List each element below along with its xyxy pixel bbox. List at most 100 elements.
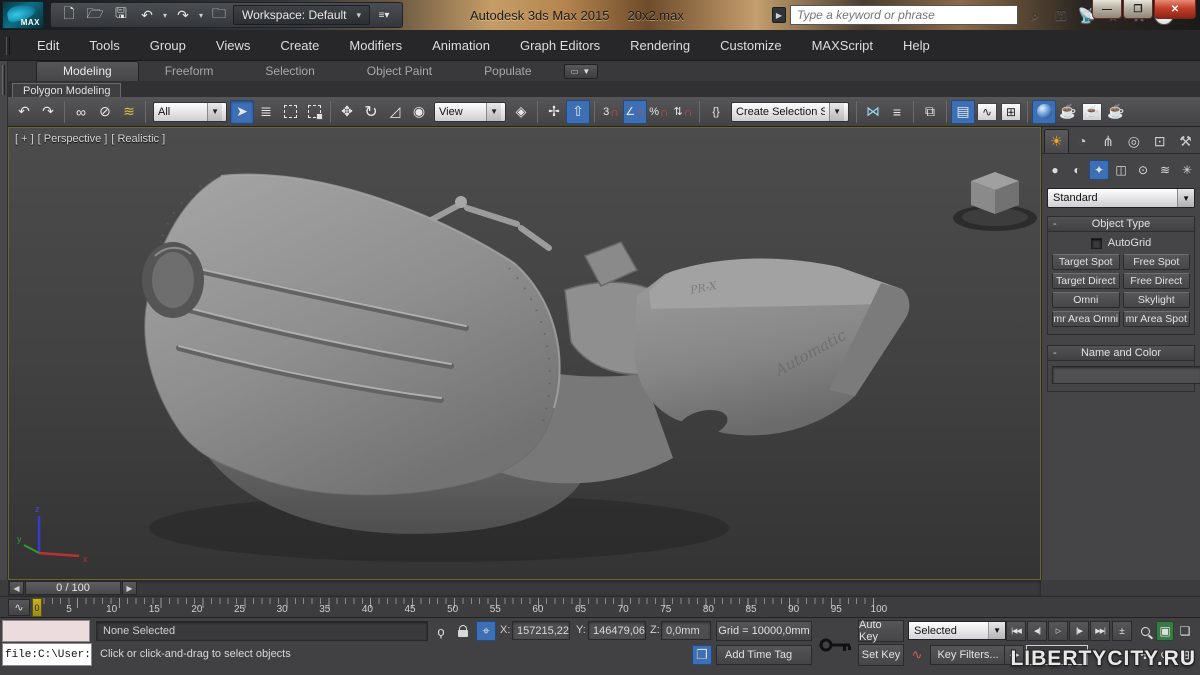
ribbon-tab-freeform[interactable]: Freeform — [139, 62, 240, 81]
mr-area-spot-button[interactable]: mr Area Spot — [1123, 311, 1191, 327]
menu-item[interactable]: MAXScript — [797, 30, 888, 60]
select-and-rotate-icon[interactable]: ↻ — [359, 100, 383, 124]
ribbon-overflow-icon[interactable]: ▭ ▼ — [564, 64, 598, 79]
time-slider-track[interactable]: ◀ 0 / 100 ▶ — [8, 580, 1041, 596]
maxscript-mini-listener[interactable] — [2, 620, 90, 642]
object-name-input[interactable] — [1052, 366, 1200, 384]
viewport-menu-general[interactable]: [ + ] — [15, 133, 34, 145]
menu-item[interactable]: Rendering — [615, 30, 705, 60]
go-to-end-button[interactable]: ▶▶| — [1090, 621, 1110, 641]
z-coordinate-field[interactable]: 0,0mm — [661, 621, 711, 640]
select-by-name-icon[interactable]: ≣ — [254, 100, 278, 124]
isolate-selection-icon[interactable]: ❐ — [692, 645, 712, 665]
spinner-snap-toggle-icon[interactable]: ⇅∩ — [671, 100, 695, 124]
workspace-dropdown[interactable]: Workspace: Default ▾ — [233, 5, 370, 25]
zoom-extents-all-icon[interactable]: ❏ — [1176, 621, 1194, 641]
render-setup-icon[interactable]: ☕ — [1056, 100, 1080, 124]
helpers-category-icon[interactable]: ⊙ — [1133, 160, 1153, 180]
lights-category-icon[interactable]: ✦ — [1089, 160, 1109, 180]
curve-editor-icon[interactable]: ∿ — [975, 100, 999, 124]
object-type-rollout-header[interactable]: - Object Type — [1048, 217, 1194, 232]
time-slider-button[interactable]: 0 / 100 — [25, 581, 121, 595]
reference-coordinate-dropdown[interactable]: View ▼ — [434, 102, 506, 122]
key-mode-toggle-icon[interactable]: ± — [1112, 621, 1132, 641]
menu-item[interactable]: Help — [888, 30, 945, 60]
object-category-dropdown[interactable]: Standard ▼ — [1047, 188, 1195, 208]
select-and-move-icon[interactable]: ✥ — [335, 100, 359, 124]
target-direct-button[interactable]: Target Direct — [1052, 273, 1120, 289]
adaptive-degradation-bulb-icon[interactable]: ϙ — [432, 621, 450, 641]
named-selection-set-dropdown[interactable]: Create Selection Se ▼ — [731, 102, 849, 122]
rendered-frame-window-icon[interactable]: ☕ — [1080, 100, 1104, 124]
omni-button[interactable]: Omni — [1052, 292, 1120, 308]
space-warps-category-icon[interactable]: ≋ — [1155, 160, 1175, 180]
layer-manager-icon[interactable]: ⧉ — [918, 100, 942, 124]
open-file-icon[interactable]: 🗁 — [83, 4, 107, 26]
motion-tab-icon[interactable]: ◎ — [1122, 129, 1147, 153]
free-spot-button[interactable]: Free Spot — [1123, 254, 1191, 270]
x-coordinate-field[interactable]: 157215,22 — [512, 621, 570, 640]
percent-snap-toggle-icon[interactable]: %∩ — [647, 100, 671, 124]
menu-item[interactable]: Modifiers — [334, 30, 417, 60]
app-logo[interactable]: MAX — [2, 1, 44, 29]
align-icon[interactable]: ≡ — [885, 100, 909, 124]
redo-icon[interactable]: ↷ — [171, 4, 195, 26]
menu-item[interactable]: Graph Editors — [505, 30, 615, 60]
select-and-manipulate-icon[interactable]: ◉ — [407, 100, 431, 124]
bind-to-space-warp-icon[interactable]: ≋ — [117, 100, 141, 124]
undo-icon[interactable]: ↶ — [135, 4, 159, 26]
viewport-menu-shading[interactable]: [ Realistic ] — [111, 133, 165, 145]
infocenter-collapse-icon[interactable]: ▶ — [772, 7, 786, 23]
close-button[interactable]: ✕ — [1154, 0, 1196, 19]
redo-icon[interactable]: ↷ — [36, 100, 60, 124]
mirror-icon[interactable]: ⋈ — [861, 100, 885, 124]
next-frame-button[interactable]: ||▶ — [1069, 621, 1089, 641]
menu-item[interactable]: Tools — [74, 30, 134, 60]
window-crossing-icon[interactable] — [302, 100, 326, 124]
new-scene-icon[interactable]: 🗋 — [57, 4, 81, 26]
geometry-category-icon[interactable]: ● — [1045, 160, 1065, 180]
autogrid-checkbox[interactable] — [1091, 238, 1102, 249]
menu-item[interactable]: Animation — [417, 30, 505, 60]
save-file-icon[interactable]: 🖫 — [109, 4, 133, 26]
menu-item[interactable]: Edit — [22, 30, 74, 60]
utilities-tab-icon[interactable]: ⚒ — [1173, 129, 1198, 153]
restore-button[interactable]: ❐ — [1123, 0, 1153, 19]
skylight-button[interactable]: Skylight — [1123, 292, 1191, 308]
selection-filter-dropdown[interactable]: All ▼ — [153, 102, 227, 122]
unlink-selection-icon[interactable]: ⊘ — [93, 100, 117, 124]
ribbon-tab-populate[interactable]: Populate — [458, 62, 557, 81]
schematic-view-icon[interactable]: ⊞ — [999, 100, 1023, 124]
hierarchy-tab-icon[interactable]: ⋔ — [1096, 129, 1121, 153]
go-to-start-button[interactable]: |◀◀ — [1006, 621, 1026, 641]
viewport-menu-pov[interactable]: [ Perspective ] — [38, 133, 108, 145]
mini-curve-editor-icon[interactable]: ∿ — [8, 599, 30, 616]
menu-item[interactable]: Views — [201, 30, 265, 60]
key-mode-dropdown[interactable]: Selected ▼ — [908, 621, 1006, 640]
transform-type-in-icon[interactable]: ⌖ — [476, 621, 496, 641]
sign-in-key-icon[interactable]: ⚿ — [1050, 4, 1072, 26]
select-object-icon[interactable]: ➤ — [230, 100, 254, 124]
minimize-button[interactable]: — — [1092, 0, 1122, 19]
menu-item[interactable]: Group — [135, 30, 201, 60]
selection-lock-icon[interactable] — [454, 621, 472, 641]
project-folder-icon[interactable]: 🗀 — [207, 4, 231, 26]
play-button[interactable]: ▷ — [1048, 621, 1068, 641]
render-production-icon[interactable]: ☕ — [1104, 100, 1128, 124]
undo-icon[interactable]: ↶ — [12, 100, 36, 124]
auto-key-button[interactable]: Auto Key — [858, 620, 904, 642]
menu-item[interactable]: Customize — [705, 30, 796, 60]
workspace-menu-icon[interactable]: ≡▾ — [372, 4, 396, 26]
use-pivot-point-center-icon[interactable]: ◈ — [509, 100, 533, 124]
search-input[interactable] — [797, 8, 1011, 22]
undo-flyout-caret[interactable]: ▾ — [161, 11, 169, 20]
modify-tab-icon[interactable]: ◔ — [1070, 129, 1095, 153]
material-editor-icon[interactable] — [1032, 100, 1056, 124]
edit-named-selection-sets-icon[interactable]: {} — [704, 100, 728, 124]
mr-area-omni-button[interactable]: mr Area Omni — [1052, 311, 1120, 327]
scene-explorer-toggle-icon[interactable]: ▤ — [951, 100, 975, 124]
track-bar[interactable]: ∿ 51015202530354045505560657075808590951… — [0, 596, 1200, 618]
select-and-link-icon[interactable]: ∞ — [69, 100, 93, 124]
select-and-place-icon[interactable]: ✢ — [542, 100, 566, 124]
ribbon-tab-modeling[interactable]: Modeling — [36, 61, 139, 81]
